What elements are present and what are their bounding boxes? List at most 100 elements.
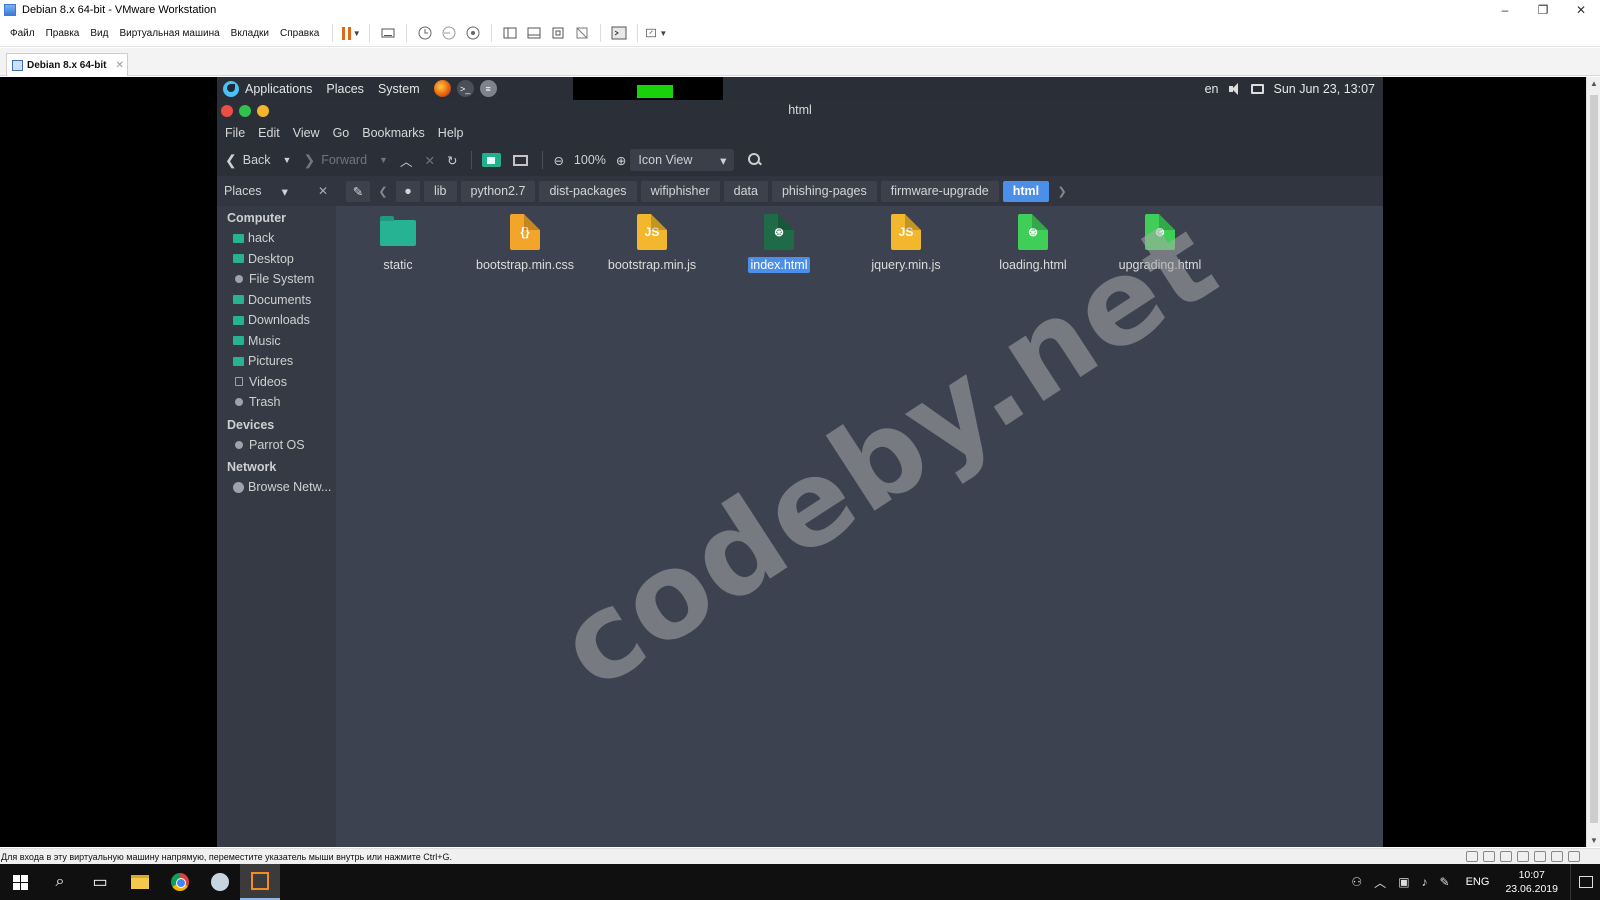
file-item-upgrading-html[interactable]: ⊛ upgrading.html xyxy=(1098,214,1222,273)
stop-button[interactable]: ✕ xyxy=(424,153,434,168)
menu-view[interactable]: Вид xyxy=(90,28,108,39)
breadcrumb-wifiphisher[interactable]: wifiphisher xyxy=(640,180,720,202)
snapshot-manager-button[interactable] xyxy=(462,22,484,44)
menu-file[interactable]: Файл xyxy=(10,28,35,39)
terminal-icon[interactable]: >_ xyxy=(456,80,474,97)
menu-help[interactable]: Help xyxy=(438,126,464,140)
restore-button[interactable]: ❐ xyxy=(1524,0,1562,20)
action-center-button[interactable] xyxy=(1570,864,1600,900)
sidebar-item-pictures[interactable]: Pictures xyxy=(217,351,336,372)
taskbar-vmware[interactable] xyxy=(240,864,280,900)
scroll-down-icon[interactable]: ▼ xyxy=(1590,836,1598,845)
chevron-down-icon[interactable]: ▼ xyxy=(283,155,292,165)
file-item-bootstrap-js[interactable]: JS bootstrap.min.js xyxy=(590,214,714,273)
file-item-bootstrap-css[interactable]: {} bootstrap.min.css xyxy=(463,214,587,273)
minimize-button[interactable]: – xyxy=(1486,0,1524,20)
home-button[interactable] xyxy=(482,153,502,167)
close-sidebar-icon[interactable]: ✕ xyxy=(318,184,328,198)
breadcrumb-lib[interactable]: lib xyxy=(424,180,457,202)
breadcrumb-dist-packages[interactable]: dist-packages xyxy=(539,180,637,202)
taskbar-explorer[interactable] xyxy=(120,864,160,900)
taskbar-steam[interactable] xyxy=(200,864,240,900)
volume-icon[interactable] xyxy=(1228,82,1241,95)
panel-menu-applications[interactable]: Applications xyxy=(245,82,312,96)
keyboard-layout-indicator[interactable]: en xyxy=(1205,82,1219,96)
search-button[interactable]: ⌕ xyxy=(40,864,80,900)
zoom-out-icon[interactable]: ⊖ xyxy=(553,153,563,168)
people-icon[interactable]: ⚇ xyxy=(1351,875,1362,889)
close-icon[interactable]: ✕ xyxy=(115,60,123,71)
printer-icon[interactable] xyxy=(1517,851,1529,862)
network-icon[interactable]: ▣ xyxy=(1398,875,1409,889)
text-editor-icon[interactable]: ≡ xyxy=(479,80,497,97)
sound-card-icon[interactable] xyxy=(1534,851,1546,862)
network-adapter-icon[interactable] xyxy=(1500,851,1512,862)
panel-menu-system[interactable]: System xyxy=(378,82,420,96)
volume-icon[interactable]: ♪ xyxy=(1422,875,1428,889)
file-icon-view[interactable]: static {} bootstrap.min.css JS bootstrap… xyxy=(336,206,1383,847)
close-button[interactable]: ✕ xyxy=(1562,0,1600,20)
menu-tabs[interactable]: Вкладки xyxy=(231,28,269,39)
search-icon[interactable] xyxy=(748,153,762,167)
up-button[interactable]: ︿ xyxy=(400,151,413,170)
menu-edit[interactable]: Правка xyxy=(46,28,80,39)
menu-view[interactable]: View xyxy=(293,126,320,140)
back-button[interactable]: ❮ Back ▼ xyxy=(225,152,291,169)
console-view-button[interactable] xyxy=(608,22,630,44)
revert-snapshot-button[interactable] xyxy=(438,22,460,44)
sidebar-item-downloads[interactable]: Downloads xyxy=(217,310,336,331)
usb-icon[interactable] xyxy=(1551,851,1563,862)
vm-scrollbar[interactable]: ▲ ▼ xyxy=(1586,77,1600,847)
start-button[interactable] xyxy=(0,864,40,900)
cdrom-icon[interactable] xyxy=(1483,851,1495,862)
firefox-icon[interactable] xyxy=(433,80,451,97)
menu-help[interactable]: Справка xyxy=(280,28,319,39)
sidebar-item-videos[interactable]: Videos xyxy=(217,372,336,393)
breadcrumb-scroll-left[interactable]: ❮ xyxy=(374,181,392,202)
breadcrumb-firmware-upgrade[interactable]: firmware-upgrade xyxy=(880,180,999,202)
breadcrumb-root[interactable]: ● xyxy=(396,180,420,202)
library-button[interactable] xyxy=(499,22,521,44)
sidebar-item-desktop[interactable]: Desktop xyxy=(217,249,336,270)
message-log-icon[interactable] xyxy=(1568,851,1580,862)
chevron-down-icon[interactable]: ▼ xyxy=(379,155,388,165)
menu-go[interactable]: Go xyxy=(333,126,350,140)
breadcrumb-html[interactable]: html xyxy=(1002,180,1050,202)
reload-button[interactable]: ↻ xyxy=(447,153,457,168)
guest-desktop[interactable]: Applications Places System >_ ≡ en Sun J… xyxy=(217,77,1383,847)
snapshot-button[interactable] xyxy=(414,22,436,44)
thumbnail-bar-button[interactable] xyxy=(523,22,545,44)
stretch-guest-button[interactable]: ▼ xyxy=(645,22,667,44)
parrot-logo-icon[interactable] xyxy=(223,80,239,97)
display-icon[interactable] xyxy=(1250,83,1264,94)
zoom-in-icon[interactable]: ⊕ xyxy=(616,153,626,168)
sidebar-selector[interactable]: Places ▾ ✕ xyxy=(217,184,336,199)
scroll-up-icon[interactable]: ▲ xyxy=(1590,79,1598,88)
vm-tab-debian[interactable]: Debian 8.x 64-bit ✕ xyxy=(6,53,128,76)
breadcrumb-phishing-pages[interactable]: phishing-pages xyxy=(771,180,877,202)
menu-vm[interactable]: Виртуальная машина xyxy=(119,28,219,39)
forward-button[interactable]: ❯ Forward ▼ xyxy=(303,152,388,169)
file-item-index-html[interactable]: ⊛ index.html xyxy=(717,214,841,273)
edit-location-button[interactable]: ✎ xyxy=(346,180,370,202)
breadcrumb-data[interactable]: data xyxy=(723,180,768,202)
system-monitor-applet[interactable] xyxy=(573,77,723,100)
sidebar-item-music[interactable]: Music xyxy=(217,331,336,352)
send-ctrl-alt-del-button[interactable] xyxy=(377,22,399,44)
taskbar-clock[interactable]: 10:07 23.06.2019 xyxy=(1505,868,1558,896)
sidebar-item-browse-network[interactable]: Browse Netw... xyxy=(217,477,336,498)
panel-menu-places[interactable]: Places xyxy=(326,82,364,96)
breadcrumb-scroll-right[interactable]: ❯ xyxy=(1053,181,1071,202)
sidebar-item-parrot-os[interactable]: Parrot OS xyxy=(217,435,336,456)
scrollbar-thumb[interactable] xyxy=(1590,95,1598,823)
file-item-loading-html[interactable]: ⊛ loading.html xyxy=(971,214,1095,273)
file-item-static[interactable]: static xyxy=(336,214,460,273)
menu-file[interactable]: File xyxy=(225,126,245,140)
unity-button[interactable] xyxy=(571,22,593,44)
taskbar-chrome[interactable] xyxy=(160,864,200,900)
pen-icon[interactable]: ✎ xyxy=(1440,875,1450,889)
menu-bookmarks[interactable]: Bookmarks xyxy=(362,126,425,140)
task-view-button[interactable]: ▭ xyxy=(80,864,120,900)
panel-clock[interactable]: Sun Jun 23, 13:07 xyxy=(1274,82,1375,96)
sidebar-item-documents[interactable]: Documents xyxy=(217,290,336,311)
